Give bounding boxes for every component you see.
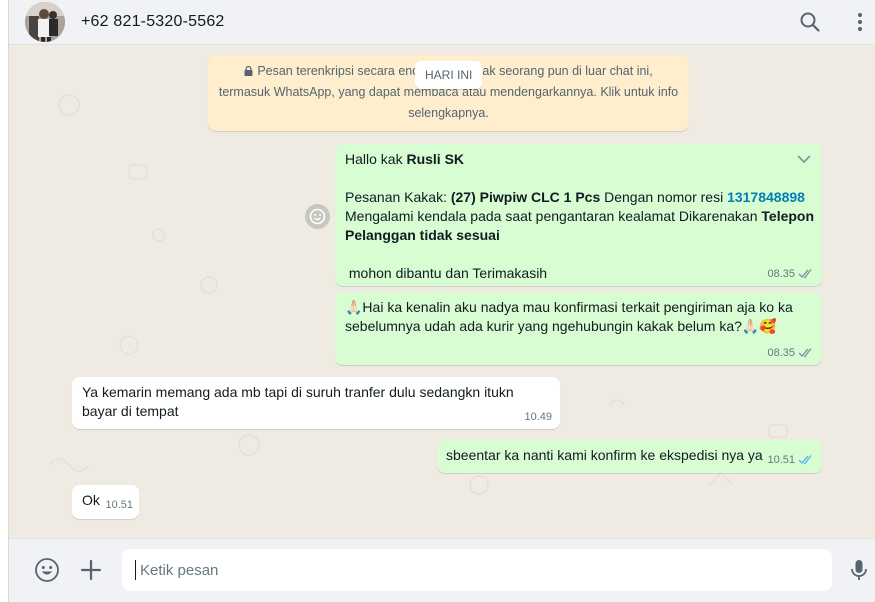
message-meta: 08.35 [767, 265, 814, 284]
chat-header: +62 821-5320-5562 [9, 0, 875, 45]
message-text: Ya kemarin memang ada mb tapi di suruh t… [82, 384, 514, 419]
lock-icon [244, 66, 253, 76]
resi-link[interactable]: 1317848898 [727, 189, 805, 205]
message-input-placeholder: Ketik pesan [140, 562, 219, 579]
message-meta: 08.35 [767, 344, 814, 363]
message-time: 10.49 [524, 411, 552, 423]
plus-icon[interactable] [78, 557, 104, 583]
message-time: 08.35 [767, 347, 795, 359]
menu-icon[interactable] [849, 11, 871, 33]
message-time: 08.35 [767, 268, 795, 280]
microphone-icon[interactable] [846, 557, 872, 583]
double-check-icon [798, 455, 812, 465]
message-closing: mohon dibantu dan Terimakasih [345, 265, 548, 281]
message-bubble-outgoing[interactable]: 🙏🏻Hai ka kenalin aku nadya mau konfirmas… [335, 292, 822, 365]
forward-icon[interactable] [305, 204, 330, 229]
message-time: 10.51 [767, 454, 795, 466]
emoji-icon[interactable] [34, 557, 60, 583]
avatar[interactable] [25, 2, 65, 42]
order-item: (27) Piwpiw CLC 1 Pcs [450, 189, 601, 205]
message-composer: Ketik pesan [9, 538, 875, 602]
double-check-icon [798, 348, 812, 358]
message-meta: 10.51 [105, 496, 133, 515]
message-text: Ok [82, 492, 100, 508]
message-meta: 10.51 [767, 451, 814, 470]
message-greeting: Hallo kak Rusli SK [345, 151, 465, 167]
message-bubble-incoming[interactable]: Ok 10.51 [72, 485, 139, 519]
whatsapp-window: +62 821-5320-5562 Pesan terenkripsi seca… [8, 0, 875, 602]
chat-panel[interactable]: Pesan terenkripsi secara end-to-end. Tid… [9, 45, 875, 538]
date-chip: HARI INI [415, 61, 483, 89]
text-caret [135, 560, 136, 580]
message-time: 10.51 [105, 499, 133, 511]
encryption-line-3: selengkapnya. [408, 106, 489, 120]
customer-name: Rusli SK [406, 151, 465, 167]
message-text: sbeentar ka nanti kami konfirm ke eksped… [446, 447, 763, 463]
search-icon[interactable] [799, 11, 821, 33]
message-bubble-outgoing[interactable]: Hallo kak Rusli SK Pesanan Kakak: (27) P… [335, 144, 822, 286]
message-input[interactable]: Ketik pesan [122, 549, 832, 591]
message-bubble-outgoing[interactable]: sbeentar ka nanti kami konfirm ke eksped… [437, 440, 822, 473]
message-order: Pesanan Kakak: (27) Piwpiw CLC 1 Pcs Den… [345, 189, 805, 205]
message-meta: 10.49 [524, 408, 552, 427]
message-issue: Mengalami kendala pada saat pengantaran … [345, 208, 815, 243]
contact-name[interactable]: +62 821-5320-5562 [81, 13, 225, 31]
message-bubble-incoming[interactable]: Ya kemarin memang ada mb tapi di suruh t… [72, 377, 560, 429]
double-check-icon [798, 269, 812, 279]
message-text: 🙏🏻Hai ka kenalin aku nadya mau konfirmas… [345, 299, 793, 334]
